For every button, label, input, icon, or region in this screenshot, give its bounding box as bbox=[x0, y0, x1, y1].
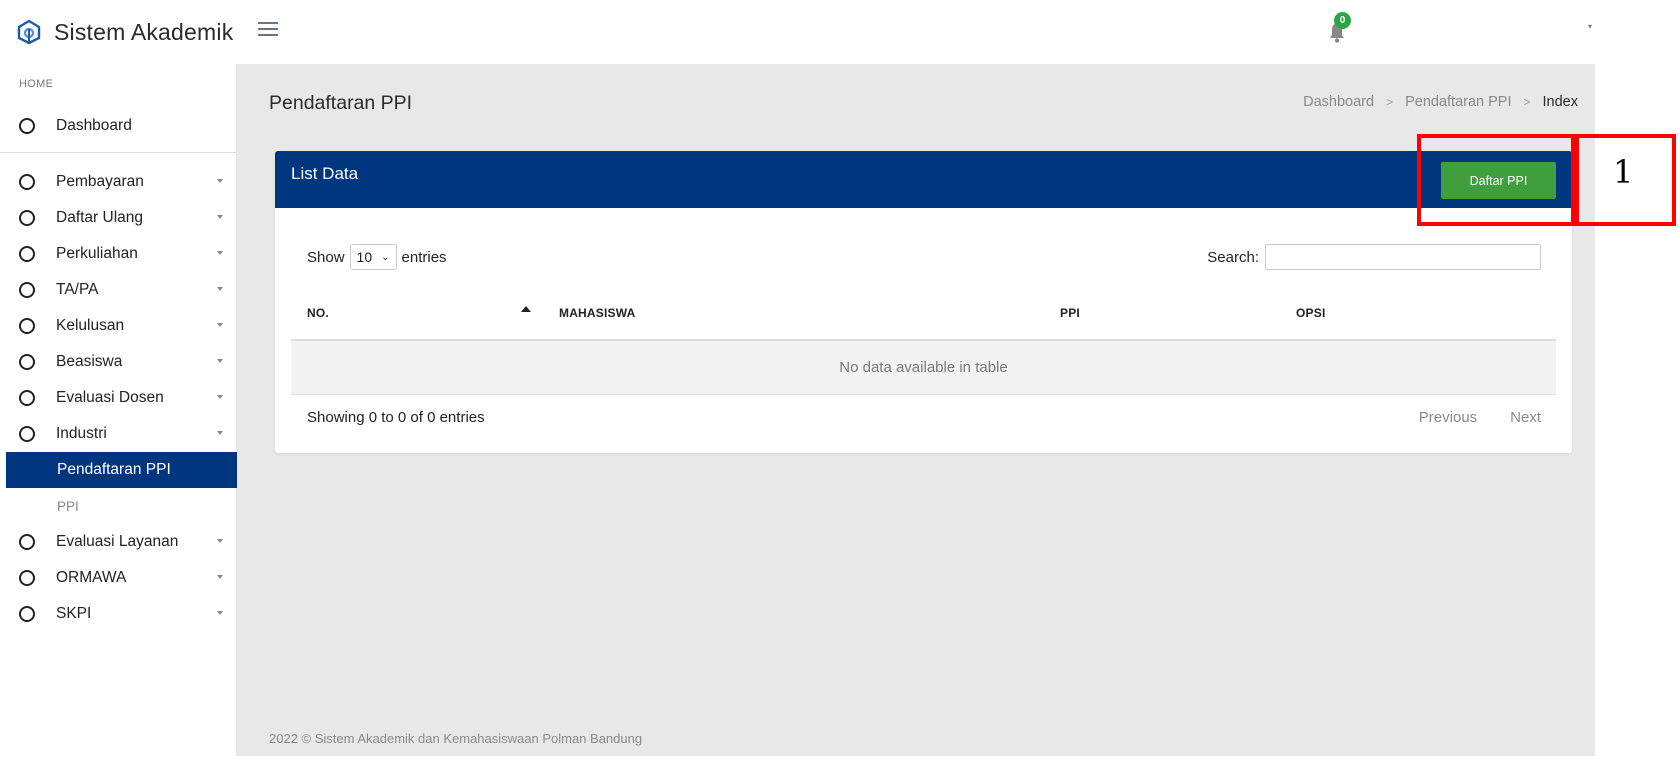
sidebar-item-daftar-ulang[interactable]: Daftar Ulang bbox=[6, 200, 237, 236]
sidebar-item-label: Industri bbox=[56, 425, 107, 442]
caret-down-icon bbox=[217, 539, 223, 543]
app-title: Sistem Akademik bbox=[54, 18, 234, 45]
pagination-next[interactable]: Next bbox=[1510, 409, 1541, 426]
logo-icon bbox=[17, 19, 41, 45]
brand[interactable]: Sistem Akademik bbox=[16, 16, 242, 48]
top-navbar: Sistem Akademik 0 ▾ bbox=[0, 0, 1680, 64]
circle-icon bbox=[19, 246, 35, 262]
card-header: List Data Daftar PPI bbox=[275, 151, 1572, 208]
column-header-mahasiswa[interactable]: MAHASISWA bbox=[559, 306, 635, 320]
circle-icon bbox=[19, 606, 35, 622]
caret-down-icon bbox=[217, 359, 223, 363]
user-dropdown-caret-icon[interactable]: ▾ bbox=[1588, 22, 1592, 31]
sidebar-item-dashboard[interactable]: Dashboard bbox=[6, 108, 237, 144]
entries-select[interactable]: 10 ⌄ bbox=[349, 244, 397, 270]
list-data-card: List Data Daftar PPI Show 10 ⌄ entries S… bbox=[275, 151, 1572, 453]
caret-down-icon bbox=[217, 395, 223, 399]
circle-icon bbox=[19, 426, 35, 442]
sort-ascending-icon[interactable] bbox=[521, 306, 531, 312]
sidebar-item-pembayaran[interactable]: Pembayaran bbox=[6, 164, 237, 200]
caret-down-icon bbox=[217, 575, 223, 579]
sidebar-item-label: Dashboard bbox=[56, 117, 132, 134]
sidebar-item-evaluasi-dosen[interactable]: Evaluasi Dosen bbox=[6, 380, 237, 416]
table-info: Showing 0 to 0 of 0 entries bbox=[307, 409, 485, 426]
caret-down-icon bbox=[217, 179, 223, 183]
menu-toggle-icon[interactable] bbox=[258, 22, 278, 38]
sidebar-item-label: Pendaftaran PPI bbox=[57, 461, 171, 478]
entries-label: entries bbox=[401, 248, 447, 266]
sidebar-item-label: Evaluasi Layanan bbox=[56, 533, 179, 550]
main-content: Pendaftaran PPI Dashboard > Pendaftaran … bbox=[237, 64, 1595, 756]
table-search: Search: bbox=[1207, 244, 1541, 270]
card-title: List Data bbox=[291, 164, 359, 183]
sidebar-item-label: Pembayaran bbox=[56, 173, 144, 190]
circle-icon bbox=[19, 318, 35, 334]
column-header-no[interactable]: NO. bbox=[307, 306, 329, 320]
search-input[interactable] bbox=[1265, 244, 1541, 270]
breadcrumb-separator: > bbox=[1523, 95, 1531, 109]
caret-down-icon bbox=[217, 251, 223, 255]
sidebar-item-ta-pa[interactable]: TA/PA bbox=[6, 272, 237, 308]
search-label: Search: bbox=[1207, 248, 1259, 266]
circle-icon bbox=[19, 210, 35, 226]
entries-length-control: Show 10 ⌄ entries bbox=[307, 244, 447, 270]
annotation-number: 1 bbox=[1613, 153, 1634, 191]
sidebar-item-ormawa[interactable]: ORMAWA bbox=[6, 560, 237, 596]
sidebar-item-label: TA/PA bbox=[56, 281, 99, 298]
sidebar-item-industri[interactable]: Industri bbox=[6, 416, 237, 452]
chevron-down-icon: ⌄ bbox=[381, 251, 390, 263]
sidebar-item-label: Kelulusan bbox=[56, 317, 125, 334]
footer-copyright: 2022 © Sistem Akademik dan Kemahasiswaan… bbox=[269, 731, 643, 746]
sidebar-item-label: ORMAWA bbox=[56, 569, 127, 586]
circle-icon bbox=[19, 570, 35, 586]
circle-icon bbox=[19, 282, 35, 298]
sidebar-item-label: Perkuliahan bbox=[56, 245, 138, 262]
breadcrumb-current: Index bbox=[1542, 94, 1578, 110]
caret-down-icon bbox=[217, 323, 223, 327]
circle-icon bbox=[19, 174, 35, 190]
sidebar-subitem-ppi[interactable]: PPI bbox=[57, 499, 79, 514]
show-label: Show bbox=[307, 248, 345, 266]
sidebar-item-pendaftaran-ppi[interactable]: Pendaftaran PPI bbox=[6, 452, 237, 488]
circle-icon bbox=[19, 390, 35, 406]
circle-icon bbox=[19, 118, 35, 134]
sidebar-item-label: Beasiswa bbox=[56, 353, 123, 370]
caret-down-icon bbox=[217, 215, 223, 219]
sidebar-item-perkuliahan[interactable]: Perkuliahan bbox=[6, 236, 237, 272]
caret-down-icon bbox=[217, 611, 223, 615]
annotation-highlight-box bbox=[1417, 134, 1575, 226]
caret-down-icon bbox=[217, 431, 223, 435]
column-header-ppi[interactable]: PPI bbox=[1060, 306, 1080, 320]
sidebar-item-evaluasi-layanan[interactable]: Evaluasi Layanan bbox=[6, 524, 237, 560]
sidebar-item-label: Daftar Ulang bbox=[56, 209, 144, 226]
sidebar-item-kelulusan[interactable]: Kelulusan bbox=[6, 308, 237, 344]
sidebar-item-label: Evaluasi Dosen bbox=[56, 389, 164, 406]
column-header-opsi[interactable]: OPSI bbox=[1296, 306, 1325, 320]
circle-icon bbox=[19, 534, 35, 550]
circle-icon bbox=[19, 354, 35, 370]
page-title: Pendaftaran PPI bbox=[269, 92, 413, 114]
breadcrumb-pendaftaran-ppi[interactable]: Pendaftaran PPI bbox=[1405, 94, 1511, 110]
sidebar-item-label: SKPI bbox=[56, 605, 92, 622]
sidebar-item-skpi[interactable]: SKPI bbox=[6, 596, 237, 632]
table-empty-row: No data available in table bbox=[291, 341, 1556, 395]
caret-down-icon bbox=[217, 287, 223, 291]
sidebar-divider bbox=[0, 152, 237, 153]
sidebar: HOME Dashboard Pembayaran Daftar Ulang P… bbox=[0, 64, 237, 756]
entries-select-value: 10 bbox=[356, 249, 373, 265]
sidebar-item-beasiswa[interactable]: Beasiswa bbox=[6, 344, 237, 380]
breadcrumb: Dashboard > Pendaftaran PPI > Index bbox=[1303, 94, 1578, 110]
notification-badge: 0 bbox=[1334, 12, 1351, 29]
pagination-previous[interactable]: Previous bbox=[1419, 409, 1477, 426]
pagination: Previous Next bbox=[1386, 409, 1541, 426]
breadcrumb-separator: > bbox=[1386, 95, 1394, 109]
sidebar-header: HOME bbox=[19, 78, 54, 90]
breadcrumb-dashboard[interactable]: Dashboard bbox=[1303, 94, 1374, 110]
